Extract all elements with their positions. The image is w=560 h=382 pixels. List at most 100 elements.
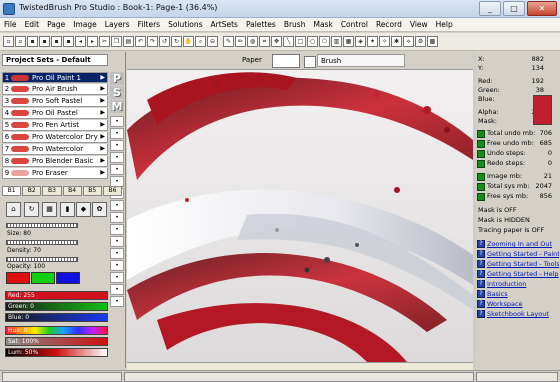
menu-file[interactable]: File [0,18,21,32]
save-as-icon[interactable]: ▪ [51,36,62,47]
paint-canvas[interactable] [127,70,473,362]
brush-icon[interactable]: ✏ [235,36,246,47]
close-button[interactable]: ✕ [527,1,557,16]
menu-control[interactable]: Control [337,18,372,32]
preset-item[interactable]: 8 Pro Blender Basic ▶ [2,156,108,167]
s-button[interactable]: S [110,86,124,99]
menu-palettes[interactable]: Palettes [242,18,280,32]
menu-image[interactable]: Image [69,18,101,32]
print-icon[interactable]: ▪ [63,36,74,47]
side-slot[interactable]: • [110,212,124,223]
bank-tab-b6[interactable]: B6 [102,186,123,196]
menu-artsets[interactable]: ArtSets [207,18,242,32]
redo-all-icon[interactable]: ↻ [171,36,182,47]
menu-layers[interactable]: Layers [101,18,134,32]
line-icon[interactable]: ╲ [283,36,294,47]
paste-icon[interactable]: ▤ [123,36,134,47]
new-page-icon[interactable]: ▫ [15,36,26,47]
help-link[interactable]: ? Getting Started - Painti [477,250,559,258]
bank-tab-b5[interactable]: B5 [82,186,102,196]
smudge-icon[interactable]: ⟡ [403,36,414,47]
tools-icon[interactable]: ⚙ [415,36,426,47]
side-slot[interactable]: • [110,128,124,139]
color-swatch-blue[interactable] [56,272,80,284]
bank-tab-b1[interactable]: B1 [2,186,22,196]
palette-icon[interactable]: ◆ [76,202,91,217]
menu-edit[interactable]: Edit [21,18,44,32]
bank-tab-b2[interactable]: B2 [22,186,42,196]
density-slider[interactable] [6,240,78,245]
menu-help[interactable]: Help [432,18,457,32]
red-slider[interactable]: Red: 255 [5,291,108,300]
help-link[interactable]: ? Getting Started - Tools [477,260,559,268]
preset-item[interactable]: 9 Pro Eraser ▶ [2,168,108,179]
dabs-icon[interactable]: ✿ [92,202,107,217]
pattern-icon[interactable]: ▦ [343,36,354,47]
undo-all-icon[interactable]: ↺ [159,36,170,47]
brush-tip-icon[interactable] [304,56,316,68]
blue-slider[interactable]: Blue: 0 [5,313,108,322]
side-slot[interactable]: • [110,152,124,163]
side-slot[interactable]: • [110,116,124,127]
horizontal-scrollbar[interactable] [127,362,473,370]
help-link[interactable]: ? Workspace [477,300,559,308]
sparkle-icon[interactable]: ✦ [367,36,378,47]
copy-icon[interactable]: ❐ [111,36,122,47]
side-slot[interactable]: • [110,140,124,151]
preset-item[interactable]: 2 Pro Air Brush ▶ [2,84,108,95]
menu-page[interactable]: Page [43,18,69,32]
side-slot[interactable]: • [110,272,124,283]
saturation-slider[interactable]: Sat: 100% [5,337,108,346]
crop-icon[interactable]: ⌗ [259,36,270,47]
project-sets-title[interactable]: Project Sets - Default [2,54,108,66]
menu-mask[interactable]: Mask [309,18,336,32]
zoom-icon[interactable]: ⌕ [195,36,206,47]
side-slot[interactable]: • [110,236,124,247]
brush-options-icon[interactable]: ⌂ [6,202,21,217]
side-slot[interactable]: • [110,200,124,211]
page-prev-icon[interactable]: ◂ [75,36,86,47]
size-slider[interactable] [6,223,78,228]
mask-tool-icon[interactable]: ◈ [355,36,366,47]
brush-selector[interactable]: Brush [317,54,405,67]
eyedropper-icon[interactable]: ✎ [223,36,234,47]
stroke-icon[interactable]: ↻ [24,202,39,217]
fill-icon[interactable]: ◍ [247,36,258,47]
side-slot[interactable]: • [110,164,124,175]
paper-selector[interactable] [272,54,300,68]
preset-item[interactable]: 7 Pro Watercolor ▶ [2,144,108,155]
menu-brush[interactable]: Brush [280,18,310,32]
menu-solutions[interactable]: Solutions [164,18,206,32]
minimize-button[interactable]: _ [479,1,501,16]
p-button[interactable]: P [110,72,124,85]
move-icon[interactable]: ✥ [271,36,282,47]
redo-icon[interactable]: ↷ [147,36,158,47]
zoom-out-icon[interactable]: ⊖ [207,36,218,47]
side-slot[interactable]: • [110,248,124,259]
color-swatch-green[interactable] [31,272,55,284]
polygon-icon[interactable]: ⬠ [319,36,330,47]
rectangle-icon[interactable]: □ [295,36,306,47]
luminance-slider[interactable]: Lum: 50% [5,348,108,357]
menu-filters[interactable]: Filters [134,18,164,32]
preset-item[interactable]: 4 Pro Oil Pastel ▶ [2,108,108,119]
menu-record[interactable]: Record [372,18,406,32]
help-link[interactable]: ? Sketchbook Layout [477,310,559,318]
opacity-slider[interactable] [6,257,78,262]
help-link[interactable]: ? Getting Started - Help [477,270,559,278]
grid-icon[interactable]: ▩ [427,36,438,47]
side-slot[interactable]: • [110,260,124,271]
rake-icon[interactable]: ▦ [42,202,57,217]
bank-tab-b3[interactable]: B3 [42,186,62,196]
side-slot[interactable]: • [110,224,124,235]
save-icon[interactable]: ▪ [39,36,50,47]
preset-item[interactable]: 6 Pro Watercolor Dry ▶ [2,132,108,143]
color-swatch-red[interactable] [6,272,30,284]
side-slot[interactable]: • [110,284,124,295]
side-slot[interactable]: • [110,296,124,307]
m-button[interactable]: M [110,100,124,113]
help-link[interactable]: ? Basics [477,290,559,298]
green-slider[interactable]: Green: 0 [5,302,108,311]
preset-item[interactable]: 5 Pro Pen Artist ▶ [2,120,108,131]
undo-icon[interactable]: ↶ [135,36,146,47]
